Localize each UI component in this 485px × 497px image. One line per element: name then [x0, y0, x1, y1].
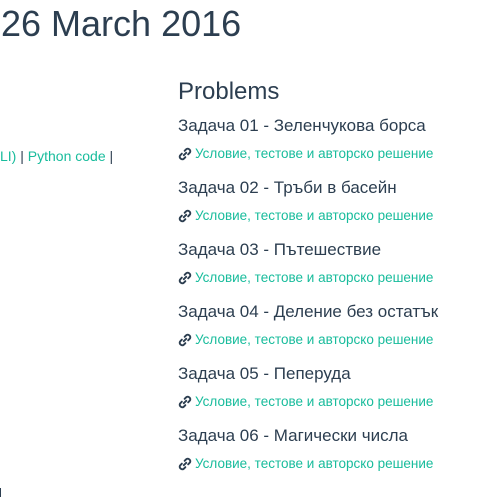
- problem-item: Задача 02 - Тръби в басейн Условие, тест…: [178, 176, 485, 238]
- problem-statement-link[interactable]: Условие, тестове и авторско решение: [178, 331, 485, 349]
- problem-link-label: Условие, тестове и авторско решение: [195, 456, 434, 471]
- problem-link-label: Условие, тестове и авторско решение: [195, 394, 434, 409]
- solution-links: LI) | Python code |: [0, 146, 113, 166]
- problem-item: Задача 01 - Зеленчукова борса Условие, т…: [178, 114, 485, 176]
- problem-statement-link[interactable]: Условие, тестове и авторско решение: [178, 145, 485, 163]
- problem-link-label: Условие, тестове и авторско решение: [195, 332, 434, 347]
- previous-code-link[interactable]: LI): [0, 148, 16, 164]
- problem-title: Задача 03 - Пътешествие: [178, 240, 382, 259]
- problems-section: Problems Задача 01 - Зеленчукова борса У…: [178, 76, 485, 486]
- problem-link-label: Условие, тестове и авторско решение: [195, 208, 434, 223]
- problem-link-label: Условие, тестове и авторско решение: [195, 270, 434, 285]
- chain-link-icon: [178, 209, 192, 223]
- problem-statement-link[interactable]: Условие, тестове и авторско решение: [178, 393, 485, 411]
- separator: |: [16, 148, 28, 164]
- problem-statement-link[interactable]: Условие, тестове и авторско решение: [178, 207, 485, 225]
- problem-title: Задача 06 - Магически числа: [178, 426, 408, 445]
- problem-item: Задача 04 - Деление без остатък Условие,…: [178, 300, 485, 362]
- page-title: 26 March 2016: [1, 3, 242, 44]
- problem-link-label: Условие, тестове и авторско решение: [195, 146, 434, 161]
- chain-link-icon: [178, 333, 192, 347]
- separator: |: [105, 148, 114, 164]
- chain-link-icon: [178, 271, 192, 285]
- chain-link-icon: [178, 457, 192, 471]
- problem-item: Задача 06 - Магически числа Условие, тес…: [178, 424, 485, 486]
- problem-title: Задача 04 - Деление без остатък: [178, 302, 439, 321]
- problem-item: Задача 03 - Пътешествие Условие, тестове…: [178, 238, 485, 300]
- python-code-link[interactable]: Python code: [28, 148, 106, 164]
- problem-title: Задача 05 - Пеперуда: [178, 364, 351, 383]
- problem-title: Задача 02 - Тръби в басейн: [178, 178, 397, 197]
- problem-item: Задача 05 - Пеперуда Условие, тестове и …: [178, 362, 485, 424]
- problem-title: Задача 01 - Зеленчукова борса: [178, 116, 426, 135]
- problem-statement-link[interactable]: Условие, тестове и авторско решение: [178, 269, 485, 287]
- chain-link-icon: [178, 147, 192, 161]
- problems-heading: Problems: [178, 78, 280, 105]
- text-cursor: [0, 488, 1, 497]
- problem-statement-link[interactable]: Условие, тестове и авторско решение: [178, 455, 485, 473]
- chain-link-icon: [178, 395, 192, 409]
